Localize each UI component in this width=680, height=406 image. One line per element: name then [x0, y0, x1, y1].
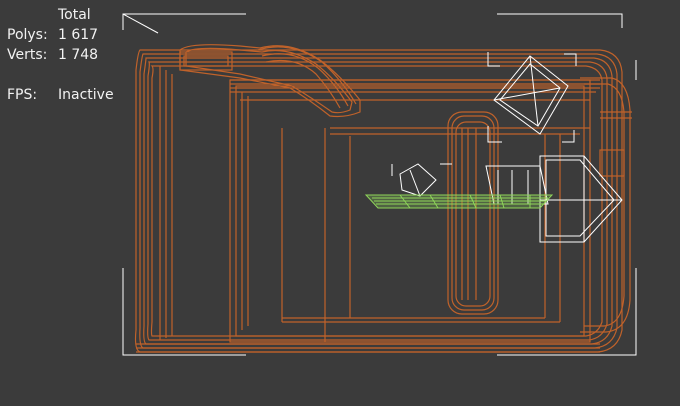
verts-label: Verts: — [7, 47, 48, 63]
safe-frame-brackets — [122, 13, 637, 356]
fps-value: Inactive — [58, 87, 114, 103]
wireframe-scene[interactable] — [0, 0, 680, 406]
3d-viewport[interactable]: Total Polys: 1 617 Verts: 1 748 FPS: Ina… — [0, 0, 680, 406]
polys-value: 1 617 — [58, 27, 99, 43]
polys-label: Polys: — [7, 27, 48, 43]
verts-value: 1 748 — [58, 47, 99, 63]
fps-label: FPS: — [7, 87, 38, 103]
stats-header: Total — [58, 7, 91, 23]
green-grid-plane — [364, 194, 554, 209]
